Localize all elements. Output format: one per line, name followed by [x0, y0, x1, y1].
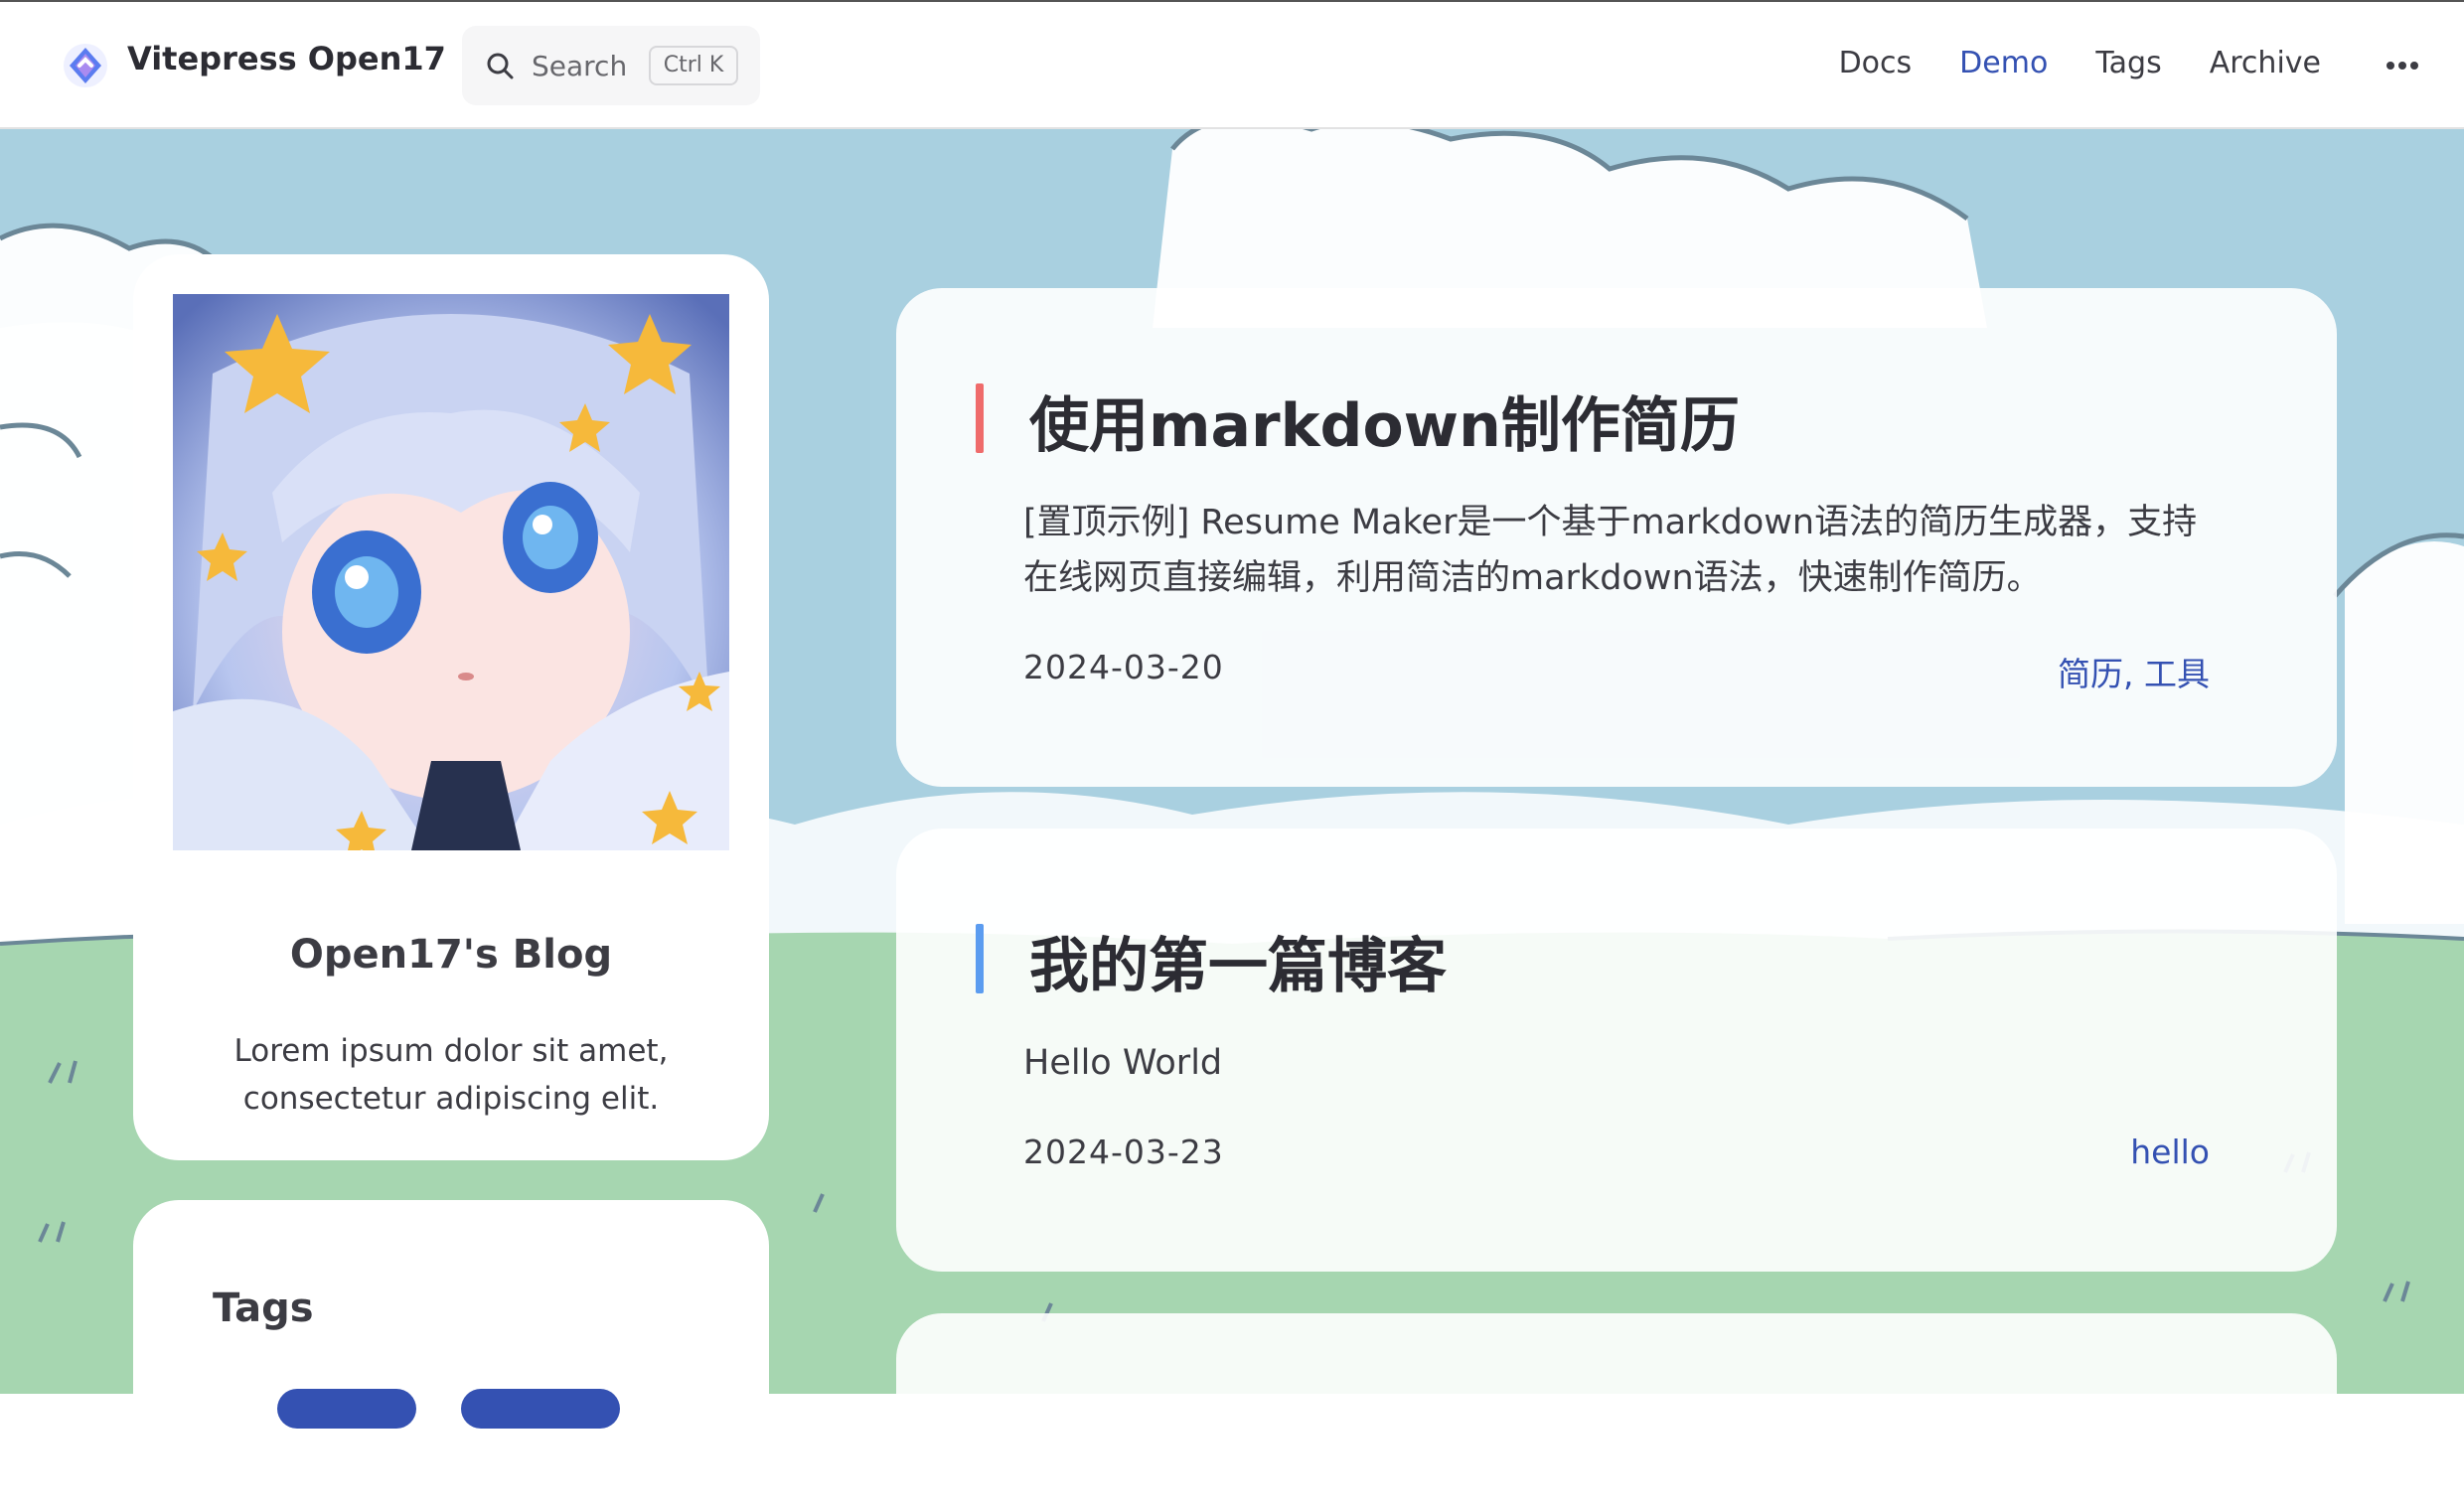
search-button[interactable]: Search Ctrl K [462, 26, 760, 105]
tag-chip[interactable] [461, 1389, 620, 1429]
avatar [173, 294, 729, 850]
profile-card: Open17's Blog Lorem ipsum dolor sit amet… [133, 254, 769, 1160]
post-card[interactable] [896, 1313, 2337, 1512]
search-shortcut-hint: Ctrl K [649, 46, 738, 85]
tags-title: Tags [213, 1285, 314, 1331]
post-title[interactable]: 使用markdown制作简历 [1029, 378, 1740, 464]
nav-links: Docs Demo Tags Archive [1839, 46, 2321, 80]
post-excerpt: Hello World [1023, 1043, 1223, 1083]
nav-link-demo[interactable]: Demo [1959, 46, 2048, 80]
blog-description: Lorem ipsum dolor sit amet, consectetur … [233, 1033, 669, 1117]
tags-card: Tags [133, 1200, 769, 1458]
nav-link-docs[interactable]: Docs [1839, 46, 1913, 80]
post-tags[interactable]: hello [2130, 1133, 2210, 1171]
search-icon [487, 53, 514, 79]
search-label: Search [532, 50, 628, 82]
site-logo-icon[interactable] [62, 42, 109, 89]
nav-link-archive[interactable]: Archive [2210, 46, 2321, 80]
post-card[interactable]: 我的第一篇博客 Hello World 2024-03-23 hello [896, 829, 2337, 1272]
post-tags[interactable]: 简历, 工具 [2058, 648, 2210, 695]
post-accent-bar [976, 924, 984, 993]
blog-name: Open17's Blog [289, 932, 613, 978]
site-title[interactable]: Vitepress Open17 [127, 40, 446, 77]
top-navbar: Vitepress Open17 Search Ctrl K Docs Demo… [0, 0, 2464, 129]
post-accent-bar [976, 383, 984, 453]
nav-link-tags[interactable]: Tags [2095, 46, 2161, 80]
tag-chip[interactable] [277, 1389, 416, 1429]
post-title[interactable]: 我的第一篇博客 [1029, 918, 1447, 1004]
post-date: 2024-03-20 [1023, 648, 1224, 686]
ellipsis-icon[interactable] [2383, 52, 2422, 79]
post-excerpt: [置顶示例] Resume Maker是一个基于markdown语法的简历生成器… [1023, 503, 2198, 598]
post-card[interactable]: 使用markdown制作简历 [置顶示例] Resume Maker是一个基于m… [896, 288, 2337, 787]
post-date: 2024-03-23 [1023, 1133, 1224, 1171]
